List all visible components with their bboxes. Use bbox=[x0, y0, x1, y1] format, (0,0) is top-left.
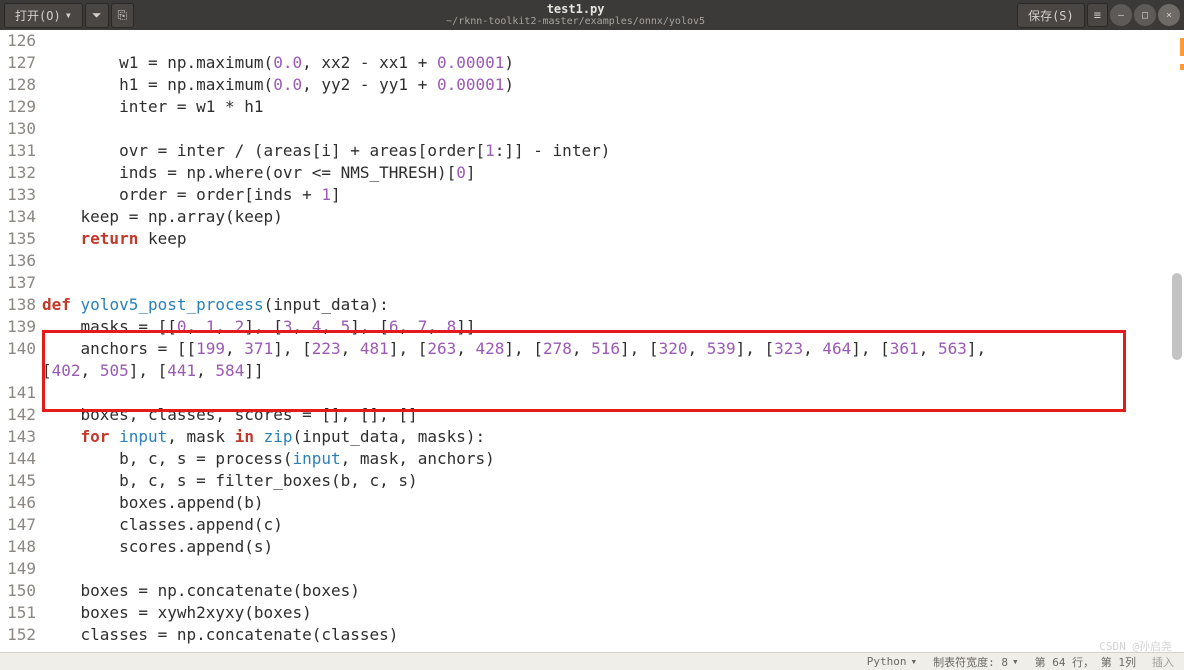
code-line[interactable]: scores.append(s) bbox=[42, 536, 1184, 558]
status-tab-width[interactable]: 制表符宽度: 8▾ bbox=[933, 654, 1019, 670]
code-line[interactable]: order = order[inds + 1] bbox=[42, 184, 1184, 206]
line-number: 150 bbox=[0, 580, 36, 602]
code-line[interactable]: h1 = np.maximum(0.0, yy2 - yy1 + 0.00001… bbox=[42, 74, 1184, 96]
line-number: 134 bbox=[0, 206, 36, 228]
open-button[interactable]: 打开(O) ▾ bbox=[4, 3, 83, 28]
line-number: 129 bbox=[0, 96, 36, 118]
code-line[interactable] bbox=[42, 250, 1184, 272]
code-line[interactable]: b, c, s = filter_boxes(b, c, s) bbox=[42, 470, 1184, 492]
window-subtitle: ~/rknn-toolkit2-master/examples/onnx/yol… bbox=[134, 16, 1017, 27]
code-line[interactable] bbox=[42, 272, 1184, 294]
line-number: 126 bbox=[0, 30, 36, 52]
titlebar: 打开(O) ▾ ⏷ ⎘ test1.py ~/rknn-toolkit2-mas… bbox=[0, 0, 1184, 30]
save-label: 保存(S) bbox=[1028, 7, 1074, 24]
line-number: 142 bbox=[0, 404, 36, 426]
code-line[interactable]: anchors = [[199, 371], [223, 481], [263,… bbox=[42, 338, 1184, 360]
code-content[interactable]: w1 = np.maximum(0.0, xx2 - xx1 + 0.00001… bbox=[42, 30, 1184, 652]
recent-dropdown-button[interactable]: ⏷ bbox=[85, 3, 109, 28]
statusbar: Python▾ 制表符宽度: 8▾ 第 64 行， 第 1列 插入 bbox=[0, 652, 1184, 670]
code-line[interactable]: for input, mask in zip(input_data, masks… bbox=[42, 426, 1184, 448]
line-number: 146 bbox=[0, 492, 36, 514]
line-number bbox=[0, 360, 36, 382]
code-line[interactable]: boxes = xywh2xyxy(boxes) bbox=[42, 602, 1184, 624]
chevron-down-icon: ▾ bbox=[911, 655, 918, 668]
code-line[interactable]: boxes, classes, scores = [], [], [] bbox=[42, 404, 1184, 426]
code-line[interactable]: classes.append(c) bbox=[42, 514, 1184, 536]
save-button[interactable]: 保存(S) bbox=[1017, 3, 1085, 28]
new-document-button[interactable]: ⎘ bbox=[111, 3, 135, 28]
editor-area[interactable]: 1261271281291301311321331341351361371381… bbox=[0, 30, 1184, 652]
line-number: 136 bbox=[0, 250, 36, 272]
line-number: 149 bbox=[0, 558, 36, 580]
minimize-icon: — bbox=[1118, 10, 1124, 21]
new-doc-icon: ⎘ bbox=[118, 8, 128, 23]
line-number: 138 bbox=[0, 294, 36, 316]
code-line[interactable] bbox=[42, 118, 1184, 140]
line-number: 133 bbox=[0, 184, 36, 206]
code-line[interactable]: w1 = np.maximum(0.0, xx2 - xx1 + 0.00001… bbox=[42, 52, 1184, 74]
code-line[interactable] bbox=[42, 558, 1184, 580]
status-position: 第 64 行， 第 1列 bbox=[1035, 654, 1136, 670]
change-marker bbox=[1180, 38, 1184, 56]
maximize-icon: □ bbox=[1142, 10, 1148, 21]
code-line[interactable]: boxes = np.concatenate(boxes) bbox=[42, 580, 1184, 602]
code-line[interactable]: inds = np.where(ovr <= NMS_THRESH)[0] bbox=[42, 162, 1184, 184]
code-line[interactable] bbox=[42, 382, 1184, 404]
open-label: 打开(O) bbox=[15, 7, 61, 24]
line-number: 139 bbox=[0, 316, 36, 338]
line-number: 140 bbox=[0, 338, 36, 360]
code-line[interactable]: masks = [[0, 1, 2], [3, 4, 5], [6, 7, 8]… bbox=[42, 316, 1184, 338]
code-line[interactable]: classes = np.concatenate(classes) bbox=[42, 624, 1184, 646]
line-number: 127 bbox=[0, 52, 36, 74]
code-line[interactable]: ovr = inter / (areas[i] + areas[order[1:… bbox=[42, 140, 1184, 162]
line-number: 152 bbox=[0, 624, 36, 646]
chevron-down-icon: ▾ bbox=[1012, 655, 1019, 668]
code-line[interactable]: keep = np.array(keep) bbox=[42, 206, 1184, 228]
code-line[interactable]: b, c, s = process(input, mask, anchors) bbox=[42, 448, 1184, 470]
line-number: 143 bbox=[0, 426, 36, 448]
code-line[interactable]: inter = w1 * h1 bbox=[42, 96, 1184, 118]
window-title: test1.py bbox=[134, 3, 1017, 16]
close-button[interactable]: × bbox=[1158, 4, 1180, 26]
code-line[interactable]: [402, 505], [441, 584]] bbox=[42, 360, 1184, 382]
status-ins-mode: 插入 bbox=[1152, 654, 1174, 670]
change-marker bbox=[1180, 64, 1184, 70]
line-number: 147 bbox=[0, 514, 36, 536]
vertical-scrollbar[interactable] bbox=[1172, 30, 1182, 652]
open-chevron-icon: ▾ bbox=[65, 8, 72, 22]
hamburger-icon: ≡ bbox=[1094, 8, 1101, 22]
line-number: 135 bbox=[0, 228, 36, 250]
line-number: 151 bbox=[0, 602, 36, 624]
line-number: 128 bbox=[0, 74, 36, 96]
code-line[interactable]: return keep bbox=[42, 228, 1184, 250]
line-number: 145 bbox=[0, 470, 36, 492]
line-number: 148 bbox=[0, 536, 36, 558]
line-number: 130 bbox=[0, 118, 36, 140]
line-number: 132 bbox=[0, 162, 36, 184]
line-number: 141 bbox=[0, 382, 36, 404]
code-line[interactable]: boxes.append(b) bbox=[42, 492, 1184, 514]
line-number: 131 bbox=[0, 140, 36, 162]
line-number: 137 bbox=[0, 272, 36, 294]
close-icon: × bbox=[1166, 10, 1172, 21]
chevron-down-icon: ⏷ bbox=[92, 8, 102, 23]
code-line[interactable] bbox=[42, 30, 1184, 52]
minimize-button[interactable]: — bbox=[1110, 4, 1132, 26]
maximize-button[interactable]: □ bbox=[1134, 4, 1156, 26]
status-language[interactable]: Python▾ bbox=[867, 655, 917, 668]
scrollbar-thumb[interactable] bbox=[1172, 273, 1182, 360]
line-number: 144 bbox=[0, 448, 36, 470]
line-number-gutter: 1261271281291301311321331341351361371381… bbox=[0, 30, 42, 652]
hamburger-button[interactable]: ≡ bbox=[1087, 3, 1108, 27]
code-line[interactable]: def yolov5_post_process(input_data): bbox=[42, 294, 1184, 316]
